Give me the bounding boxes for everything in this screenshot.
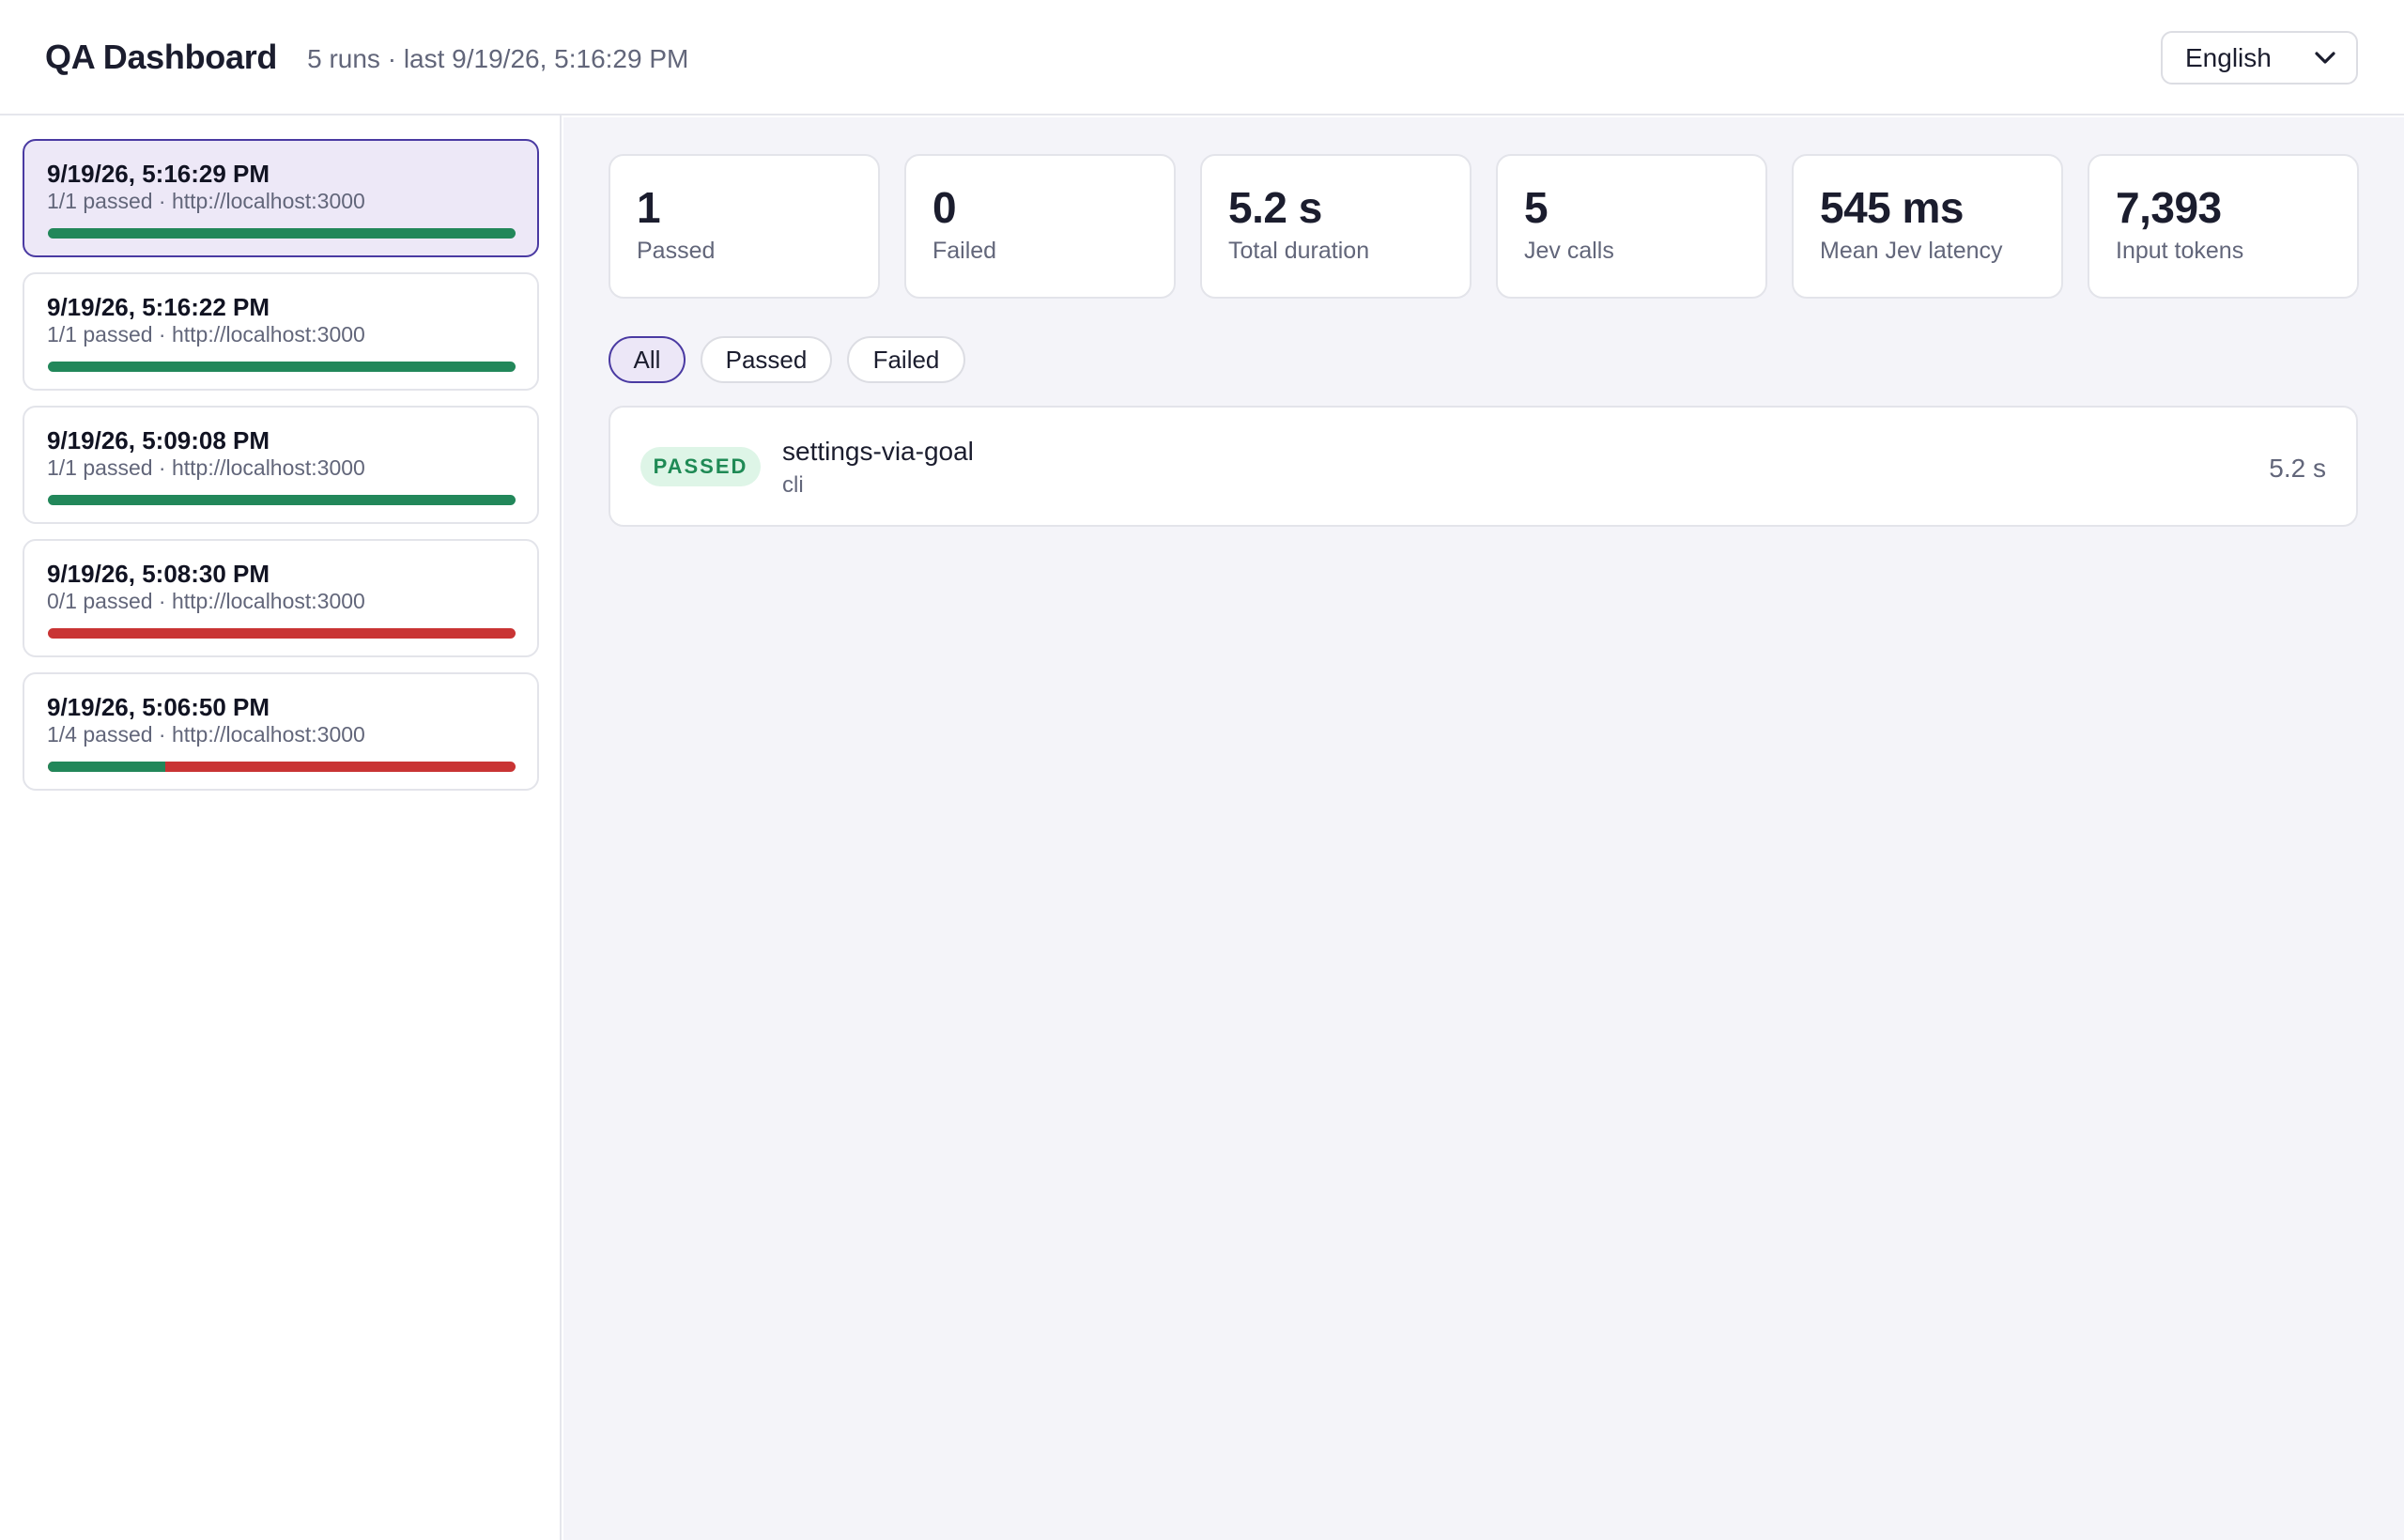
run-item[interactable]: 9/19/26, 5:09:08 PM 1/1 passed · http://… [23, 406, 539, 524]
stat-card-failed: 0 Failed [904, 154, 1176, 299]
filter-failed[interactable]: Failed [847, 336, 965, 383]
status-badge: PASSED [640, 447, 761, 486]
run-title: 9/19/26, 5:08:30 PM [47, 560, 270, 588]
chevron-down-icon [2315, 51, 2335, 64]
runs-summary: 5 runs · last 9/19/26, 5:16:29 PM [307, 43, 689, 73]
run-progress-pass [48, 228, 516, 239]
stat-card-passed: 1 Passed [609, 154, 880, 299]
stat-label: Mean Jev latency [1820, 238, 2003, 264]
run-summary: 1/1 passed · http://localhost:3000 [47, 189, 365, 213]
run-title: 9/19/26, 5:06:50 PM [47, 693, 270, 721]
stat-card-mean-latency: 545 ms Mean Jev latency [1792, 154, 2063, 299]
language-select-value: English [2185, 42, 2272, 72]
run-progress-bar [48, 228, 516, 239]
run-title: 9/19/26, 5:16:29 PM [47, 160, 270, 188]
stat-label: Total duration [1228, 238, 1370, 264]
test-name: settings-via-goal [782, 437, 974, 466]
stat-label: Failed [932, 238, 997, 264]
run-progress-bar [48, 362, 516, 372]
stat-value: 545 ms [1820, 183, 1965, 232]
run-progress-pass [48, 495, 516, 505]
stat-card-input-tokens: 7,393 Input tokens [2088, 154, 2359, 299]
run-progress-bar [48, 628, 516, 639]
stat-label: Passed [637, 238, 716, 264]
run-title: 9/19/26, 5:09:08 PM [47, 426, 270, 454]
main-panel: 1 Passed 0 Failed 5.2 s Total duration 5… [563, 117, 2404, 1540]
run-summary: 1/1 passed · http://localhost:3000 [47, 455, 365, 480]
stat-label: Input tokens [2116, 238, 2244, 264]
stat-value: 5.2 s [1228, 183, 1322, 232]
stat-card-total-duration: 5.2 s Total duration [1200, 154, 1472, 299]
run-progress-pass [48, 762, 165, 772]
run-progress-bar [48, 762, 516, 772]
stat-card-jev-calls: 5 Jev calls [1496, 154, 1767, 299]
run-summary: 0/1 passed · http://localhost:3000 [47, 589, 365, 613]
stat-value: 7,393 [2116, 183, 2222, 232]
run-progress-pass [48, 362, 516, 372]
run-item[interactable]: 9/19/26, 5:06:50 PM 1/4 passed · http://… [23, 672, 539, 791]
run-title: 9/19/26, 5:16:22 PM [47, 293, 270, 321]
language-select[interactable]: English [2161, 31, 2358, 85]
run-progress-bar [48, 495, 516, 505]
run-item[interactable]: 9/19/26, 5:16:22 PM 1/1 passed · http://… [23, 272, 539, 391]
run-item[interactable]: 9/19/26, 5:08:30 PM 0/1 passed · http://… [23, 539, 539, 657]
filter-all[interactable]: All [609, 336, 686, 383]
filter-passed[interactable]: Passed [701, 336, 832, 383]
test-runner: cli [782, 472, 804, 498]
run-item[interactable]: 9/19/26, 5:16:29 PM 1/1 passed · http://… [23, 139, 539, 257]
test-duration: 5.2 s [2269, 454, 2326, 483]
app-header: QA Dashboard 5 runs · last 9/19/26, 5:16… [0, 0, 2404, 116]
run-summary: 1/4 passed · http://localhost:3000 [47, 722, 365, 747]
run-summary: 1/1 passed · http://localhost:3000 [47, 322, 365, 346]
stat-value: 0 [932, 183, 957, 232]
test-row[interactable]: PASSED settings-via-goal cli 5.2 s [609, 406, 2358, 527]
app-title: QA Dashboard [45, 37, 278, 76]
stat-label: Jev calls [1524, 238, 1614, 264]
runs-sidebar: 9/19/26, 5:16:29 PM 1/1 passed · http://… [0, 116, 562, 1540]
stat-value: 1 [637, 183, 661, 232]
stat-value: 5 [1524, 183, 1549, 232]
